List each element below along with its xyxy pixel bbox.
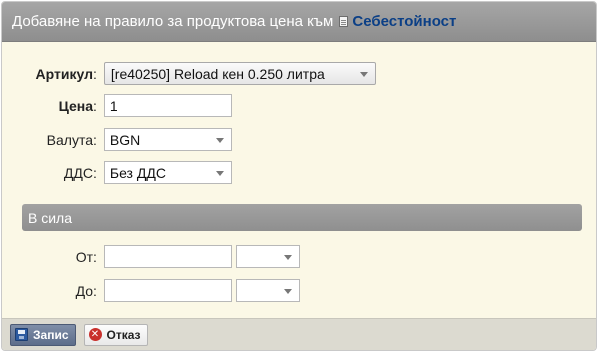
chevron-down-icon <box>283 255 292 260</box>
vat-row: ДДС : Без ДДС <box>2 161 232 184</box>
validity-section-title: В сила <box>28 209 73 226</box>
to-time-select[interactable] <box>235 279 300 302</box>
price-row: Цена : 1 <box>2 94 232 117</box>
price-value: 1 <box>109 97 118 114</box>
cancel-button-label: Отказ <box>106 327 141 342</box>
chevron-down-icon <box>359 72 368 77</box>
cost-link[interactable]: Себестойност <box>352 13 456 30</box>
price-input[interactable]: 1 <box>103 94 232 117</box>
from-time-select[interactable] <box>235 245 300 268</box>
to-label: До <box>75 282 93 299</box>
save-button-label: Запис <box>33 327 69 342</box>
article-label: Артикул <box>35 65 93 82</box>
dialog-title: Добавяне на правило за продуктова цена к… <box>12 13 334 30</box>
validity-section-header: В сила <box>22 204 582 231</box>
save-button[interactable]: Запис <box>10 323 76 346</box>
to-row: До : <box>2 279 300 302</box>
from-label: От <box>75 248 93 265</box>
currency-row: Валута : BGN <box>2 128 232 151</box>
from-date-input[interactable] <box>103 245 232 268</box>
price-rule-dialog: Добавяне на правило за продуктова цена к… <box>1 1 597 351</box>
currency-value: BGN <box>109 131 141 148</box>
vat-select[interactable]: Без ДДС <box>103 161 232 184</box>
article-row: Артикул : [re40250] Reload кен 0.250 лит… <box>2 62 376 85</box>
currency-select[interactable]: BGN <box>103 128 232 151</box>
to-date-input[interactable] <box>103 279 232 302</box>
article-select[interactable]: [re40250] Reload кен 0.250 литра <box>103 62 376 85</box>
article-value: [re40250] Reload кен 0.250 литра <box>110 65 325 82</box>
from-row: От : <box>2 245 300 268</box>
currency-label: Валута <box>46 131 93 148</box>
cancel-button[interactable]: ✕ Отказ <box>83 323 148 346</box>
vat-value: Без ДДС <box>109 164 166 181</box>
chevron-down-icon <box>283 289 292 294</box>
cancel-icon: ✕ <box>88 328 102 341</box>
dialog-titlebar: Добавяне на правило за продуктова цена к… <box>2 2 596 42</box>
floppy-disk-icon <box>15 328 28 341</box>
dialog-footer: Запис ✕ Отказ <box>2 318 596 350</box>
document-icon <box>339 16 349 27</box>
vat-label: ДДС <box>63 164 93 181</box>
price-label: Цена <box>58 97 93 114</box>
chevron-down-icon <box>215 138 224 143</box>
chevron-down-icon <box>215 171 224 176</box>
